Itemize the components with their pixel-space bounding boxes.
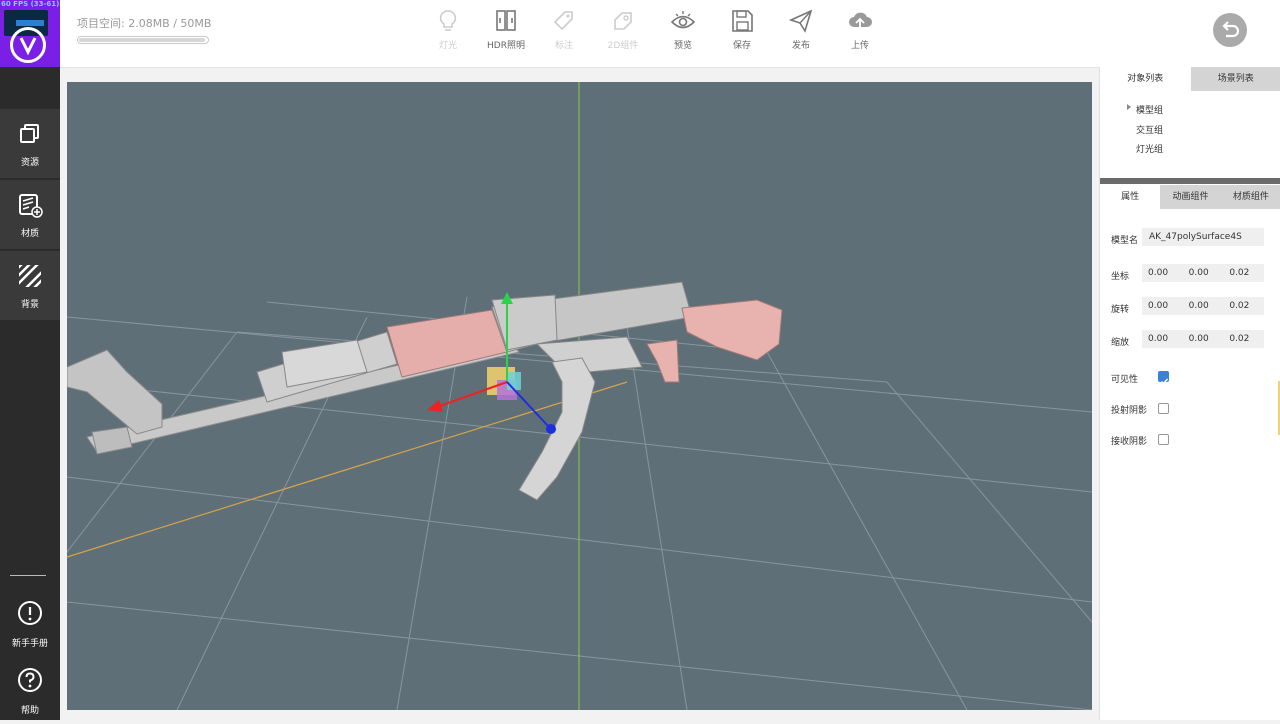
save-icon (729, 8, 755, 34)
sidebar-item-resources[interactable]: 资源 (0, 109, 60, 178)
check-icon (1159, 376, 1170, 387)
resources-icon (17, 121, 43, 147)
scale-y-field[interactable]: 0.00 (1183, 330, 1224, 348)
tab-scene-list[interactable]: 场景列表 (1191, 67, 1280, 91)
tool-label: 保存 (712, 38, 772, 51)
position-y-field[interactable]: 0.00 (1183, 264, 1224, 282)
back-button[interactable] (1213, 13, 1247, 47)
sidebar-item-label: 资源 (0, 155, 60, 168)
model-name-field[interactable]: AK_47polySurface4S (1142, 228, 1264, 246)
sidebar-item-help[interactable]: 帮助 (0, 655, 60, 724)
tool-light-button[interactable]: 灯光 (418, 8, 478, 56)
scale-label: 缩放 (1111, 335, 1129, 348)
component-icon (610, 8, 636, 34)
sidebar-item-background[interactable]: 背景 (0, 251, 60, 320)
tool-upload-button[interactable]: 上传 (830, 8, 890, 56)
position-z-field[interactable]: 0.02 (1223, 264, 1264, 282)
sidebar-item-material[interactable]: 材质 (0, 180, 60, 249)
top-toolbar: 项目空间: 2.08MB / 50MB 灯光 HDR照明 标注 2D组件 (60, 0, 1280, 68)
visibility-label: 可见性 (1111, 372, 1138, 385)
tree-item-model-group[interactable]: 模型组 (1136, 103, 1163, 116)
properties-panel: 对象列表 场景列表 模型组 交互组 灯光组 属性 动画组件 材质组件 模型名 A… (1099, 67, 1280, 720)
position-fields: 0.00 0.00 0.02 (1142, 264, 1264, 282)
project-space-fill (79, 38, 205, 42)
sidebar-divider (10, 575, 46, 576)
sidebar-item-label: 新手手册 (0, 636, 60, 649)
sidebar-item-manual[interactable]: 新手手册 (0, 588, 60, 657)
rotation-label: 旋转 (1111, 302, 1129, 315)
cast-shadow-label: 投射阴影 (1111, 403, 1147, 416)
tool-preview-button[interactable]: 预览 (653, 8, 713, 56)
tree-item-interaction-group[interactable]: 交互组 (1136, 123, 1163, 136)
send-icon (788, 8, 814, 34)
model-name-label: 模型名 (1111, 233, 1138, 246)
upload-icon (847, 8, 873, 34)
tab-object-list[interactable]: 对象列表 (1100, 67, 1191, 91)
tool-label: 灯光 (418, 38, 478, 51)
object-scene-tabs: 对象列表 场景列表 (1100, 67, 1280, 91)
property-tabs: 属性 动画组件 材质组件 (1100, 185, 1280, 209)
rotation-x-field[interactable]: 0.00 (1142, 297, 1183, 315)
scale-x-field[interactable]: 0.00 (1142, 330, 1183, 348)
tool-label: HDR照明 (476, 38, 536, 51)
3d-viewport[interactable] (67, 82, 1092, 710)
eye-icon (670, 8, 696, 34)
tool-hdr-button[interactable]: HDR照明 (476, 8, 536, 56)
panel-divider (1100, 178, 1280, 184)
sidebar-item-label: 帮助 (0, 703, 60, 716)
position-label: 坐标 (1111, 269, 1129, 282)
tool-annotate-button[interactable]: 标注 (534, 8, 594, 56)
tool-save-button[interactable]: 保存 (712, 8, 772, 56)
info-icon (17, 600, 43, 626)
scene-canvas (67, 82, 1092, 710)
project-space-bar (77, 36, 209, 44)
rotation-z-field[interactable]: 0.02 (1223, 297, 1264, 315)
receive-shadow-checkbox[interactable] (1158, 434, 1169, 445)
tool-label: 预览 (653, 38, 713, 51)
tool-label: 发布 (771, 38, 831, 51)
project-space-label: 项目空间: 2.08MB / 50MB (77, 15, 211, 31)
tree-expand-icon[interactable] (1127, 104, 1131, 110)
rotation-fields: 0.00 0.00 0.02 (1142, 297, 1264, 315)
hdr-icon (493, 8, 519, 34)
tag-icon (551, 8, 577, 34)
tool-label: 上传 (830, 38, 890, 51)
material-icon (17, 192, 43, 218)
sidebar-item-label: 背景 (0, 297, 60, 310)
tool-2d-component-button[interactable]: 2D组件 (593, 8, 653, 56)
tab-material-component[interactable]: 材质组件 (1221, 185, 1280, 209)
tool-publish-button[interactable]: 发布 (771, 8, 831, 56)
tab-properties[interactable]: 属性 (1100, 185, 1160, 209)
tool-label: 标注 (534, 38, 594, 51)
tool-label: 2D组件 (593, 38, 653, 51)
rotation-y-field[interactable]: 0.00 (1183, 297, 1224, 315)
background-icon (17, 263, 43, 289)
back-icon (1213, 13, 1247, 47)
cast-shadow-checkbox[interactable] (1158, 403, 1169, 414)
visibility-checkbox[interactable] (1158, 371, 1169, 382)
sidebar-item-label: 材质 (0, 226, 60, 239)
bulb-icon (435, 8, 461, 34)
logo-mark (10, 27, 46, 63)
left-sidebar: 60 FPS (33-61) 资源 材质 背景 (0, 0, 60, 720)
scale-z-field[interactable]: 0.02 (1223, 330, 1264, 348)
help-icon (17, 667, 43, 693)
fps-counter: 60 FPS (33-61) (1, 0, 59, 8)
receive-shadow-label: 接收阴影 (1111, 434, 1147, 447)
scale-fields: 0.00 0.00 0.02 (1142, 330, 1264, 348)
tab-animation-component[interactable]: 动画组件 (1160, 185, 1220, 209)
tree-item-light-group[interactable]: 灯光组 (1136, 142, 1163, 155)
logo: 60 FPS (33-61) (0, 0, 60, 67)
rifle-model (67, 282, 782, 500)
position-x-field[interactable]: 0.00 (1142, 264, 1183, 282)
